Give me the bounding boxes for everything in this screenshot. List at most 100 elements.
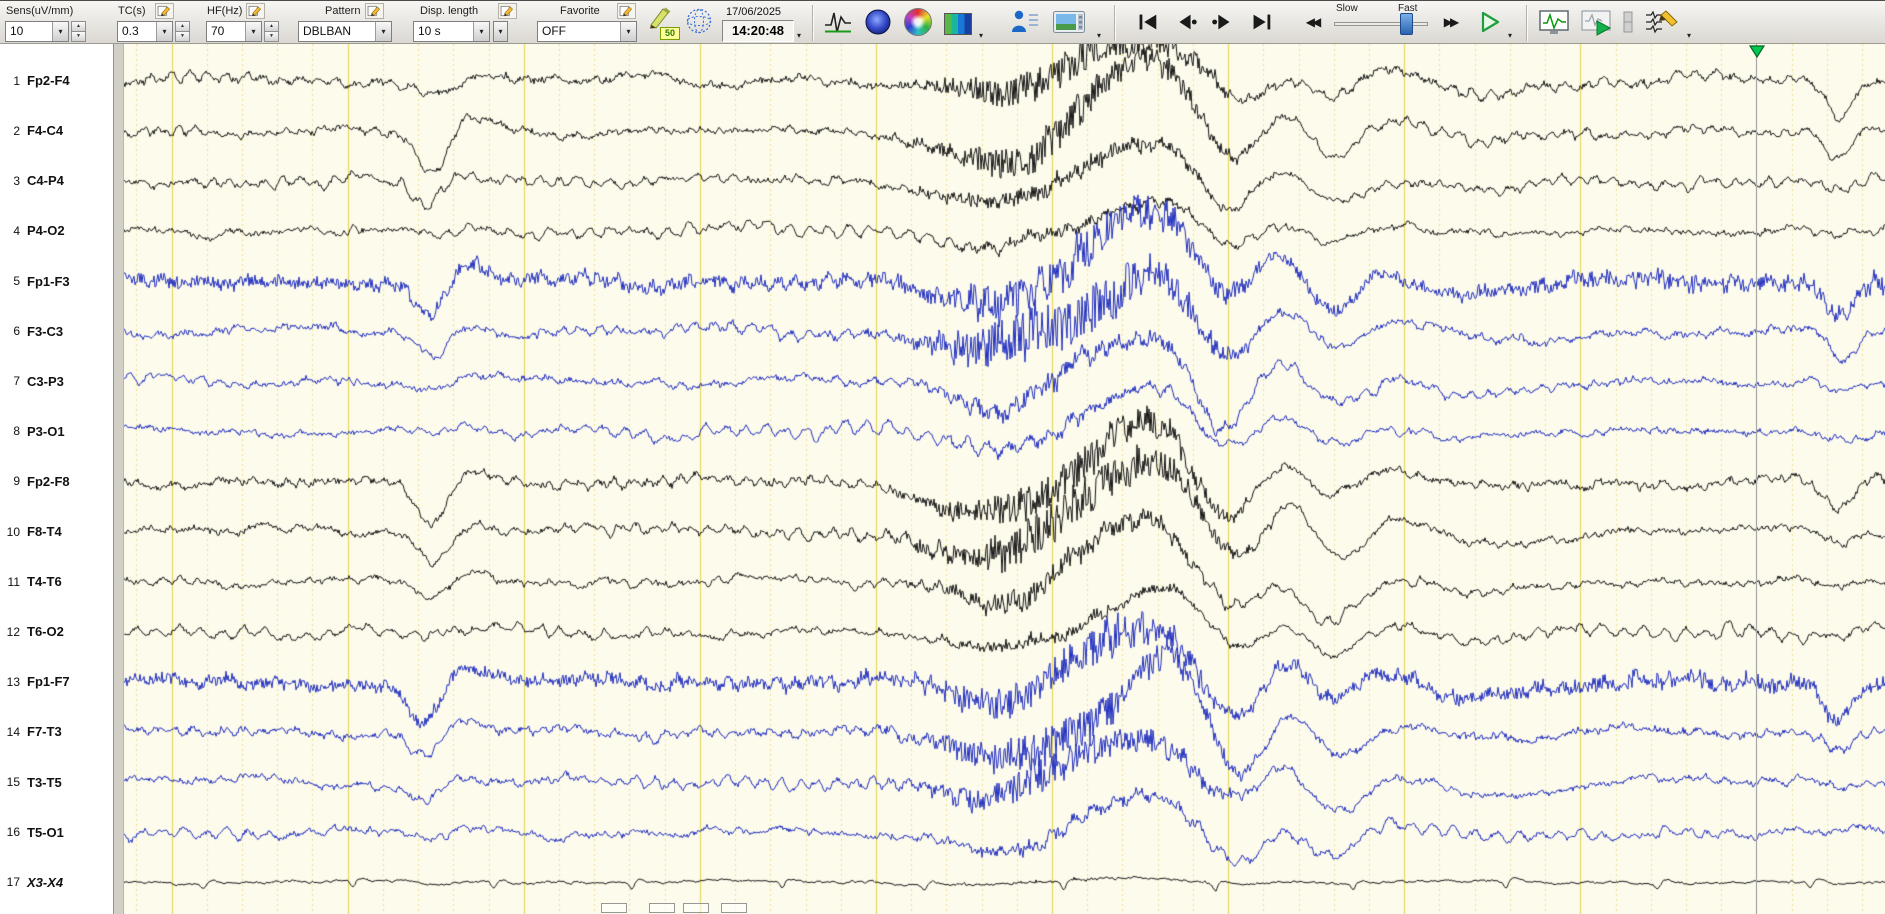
monitor-wave-icon (1539, 10, 1569, 34)
speed-slow-label: Slow (1336, 3, 1358, 14)
channel-row[interactable]: 4 P4-O2 (0, 222, 112, 240)
dropdown-arrow[interactable]: ▾ (1097, 32, 1101, 40)
notch-50hz-badge[interactable]: 50 (660, 27, 680, 40)
dropdown-arrow[interactable]: ▾ (797, 32, 801, 40)
chevron-down-icon[interactable]: ▾ (245, 22, 261, 41)
chevron-down-icon[interactable]: ▾ (620, 22, 636, 41)
channel-number: 3 (13, 173, 20, 188)
channel-number: 2 (13, 123, 20, 138)
step-forward-icon (1212, 14, 1230, 30)
channel-number: 15 (6, 775, 20, 789)
favorite-edit-button[interactable] (617, 3, 636, 19)
sensitivity-value: 10 (10, 24, 24, 38)
display-length-select[interactable]: 10 s ▾ (413, 21, 490, 42)
event-marker-box[interactable] (683, 903, 709, 913)
event-marker-box[interactable] (721, 903, 747, 913)
patient-info-button[interactable] (1008, 6, 1042, 38)
step-back-button[interactable] (1170, 8, 1200, 36)
pattern-select[interactable]: DBLBAN ▾ (298, 21, 392, 42)
eeg-traces-canvas[interactable] (124, 44, 1885, 914)
channel-row[interactable]: 8 P3-O1 (0, 422, 112, 440)
color-scale-button[interactable] (942, 8, 974, 40)
eeg-review-window: Sens(uV/mm) 10 ▾ ▲ ▼ TC(s) 0.3 ▾ ▲ ▼ HF(… (0, 0, 1885, 914)
channel-number: 14 (6, 724, 20, 739)
channel-row[interactable]: 5 Fp1-F3 (0, 272, 112, 290)
step-forward-button[interactable] (1208, 8, 1238, 36)
rewind-button[interactable]: ◀◀ (1298, 10, 1326, 34)
channel-label: C4-P4 (27, 173, 64, 189)
channel-row[interactable]: 14 F7-T3 (0, 723, 112, 741)
skip-to-start-button[interactable] (1132, 8, 1162, 36)
fast-forward-button[interactable]: ▶▶ (1436, 10, 1464, 34)
video-review-button[interactable] (1050, 6, 1088, 38)
channel-row[interactable]: 11 T4-T6 (0, 573, 112, 591)
dropdown-arrow[interactable]: ▾ (1687, 32, 1691, 40)
chevron-down-icon[interactable]: ▾ (473, 22, 489, 41)
live-monitor-button[interactable] (1536, 6, 1572, 38)
pattern-edit-button[interactable] (365, 3, 384, 19)
favorite-select[interactable]: OFF ▾ (537, 21, 637, 42)
chevron-down-icon[interactable]: ▾ (375, 22, 391, 41)
chevron-down-icon[interactable]: ▾ (494, 22, 507, 41)
spin-down-button[interactable]: ▼ (175, 31, 190, 42)
chevron-down-icon[interactable]: ▾ (156, 22, 172, 41)
sensitivity-spinner: ▲ ▼ (71, 21, 86, 42)
channel-label: T5-O1 (27, 824, 64, 840)
channel-label: P4-O2 (27, 223, 65, 239)
channel-row[interactable]: 1 Fp2-F4 (0, 72, 112, 90)
review-cursor-marker[interactable] (1749, 45, 1765, 58)
hf-value: 70 (211, 24, 225, 38)
montage-edit-button[interactable] (1642, 6, 1682, 38)
topography-map-button[interactable] (862, 6, 894, 38)
review-playback-button[interactable] (1578, 6, 1614, 38)
event-marker-box[interactable] (649, 903, 675, 913)
channel-row[interactable]: 12 T6-O2 (0, 623, 112, 641)
marker-tool-icon (1623, 11, 1633, 33)
channel-row[interactable]: 15 T3-T5 (0, 773, 112, 791)
hf-select[interactable]: 70 ▾ (206, 21, 262, 42)
channel-row[interactable]: 16 T5-O1 (0, 823, 112, 841)
channel-row[interactable]: 2 F4-C4 (0, 122, 112, 140)
record-time: 14:20:48 (722, 20, 794, 42)
display-length-drop-button[interactable]: ▾ (493, 21, 508, 42)
tc-select[interactable]: 0.3 ▾ (117, 21, 173, 42)
speed-slider-track[interactable] (1334, 22, 1428, 26)
play-button[interactable] (1474, 7, 1504, 37)
event-marker-box[interactable] (601, 903, 627, 913)
hf-spinner: ▲ ▼ (264, 21, 279, 42)
channel-row[interactable]: 3 C4-P4 (0, 172, 112, 190)
toolbar: Sens(uV/mm) 10 ▾ ▲ ▼ TC(s) 0.3 ▾ ▲ ▼ HF(… (0, 0, 1885, 44)
marker-tool-button[interactable] (1620, 9, 1636, 35)
electrode-map-button[interactable] (684, 6, 714, 36)
channel-number: 12 (6, 624, 20, 639)
channel-label: F8-T4 (27, 524, 62, 539)
channel-label: C3-P3 (27, 373, 64, 389)
channel-row[interactable]: 7 C3-P3 (0, 372, 112, 390)
color-map-button[interactable] (902, 6, 934, 38)
waveform-view-button[interactable] (822, 6, 854, 38)
skip-to-end-button[interactable] (1246, 8, 1276, 36)
label-gutter (114, 44, 124, 914)
sensitivity-select[interactable]: 10 ▾ (5, 21, 69, 42)
channel-row[interactable]: 6 F3-C3 (0, 322, 112, 340)
channel-row[interactable]: 10 F8-T4 (0, 523, 112, 541)
display-length-edit-button[interactable] (498, 3, 517, 19)
dropdown-arrow[interactable]: ▾ (979, 32, 983, 40)
channel-row[interactable]: 9 Fp2-F8 (0, 472, 112, 490)
channel-label: T3-T5 (27, 774, 62, 790)
dropdown-arrow[interactable]: ▾ (1508, 32, 1512, 40)
channel-number: 16 (6, 825, 20, 840)
patient-icon (1012, 10, 1038, 32)
channel-row[interactable]: 17 X3-X4 (0, 873, 112, 891)
channel-label: Fp2-F4 (27, 73, 70, 89)
chevron-down-icon[interactable]: ▾ (52, 22, 68, 41)
review-cursor-line (1756, 44, 1757, 914)
speed-slider-handle[interactable] (1400, 13, 1413, 35)
video-frame-icon (1053, 11, 1085, 33)
channel-row[interactable]: 13 Fp1-F7 (0, 673, 112, 691)
spin-down-button[interactable]: ▼ (71, 31, 86, 42)
channel-number: 4 (13, 223, 20, 238)
hf-edit-button[interactable] (246, 3, 265, 19)
spin-down-button[interactable]: ▼ (264, 31, 279, 42)
tc-edit-button[interactable] (155, 3, 174, 19)
